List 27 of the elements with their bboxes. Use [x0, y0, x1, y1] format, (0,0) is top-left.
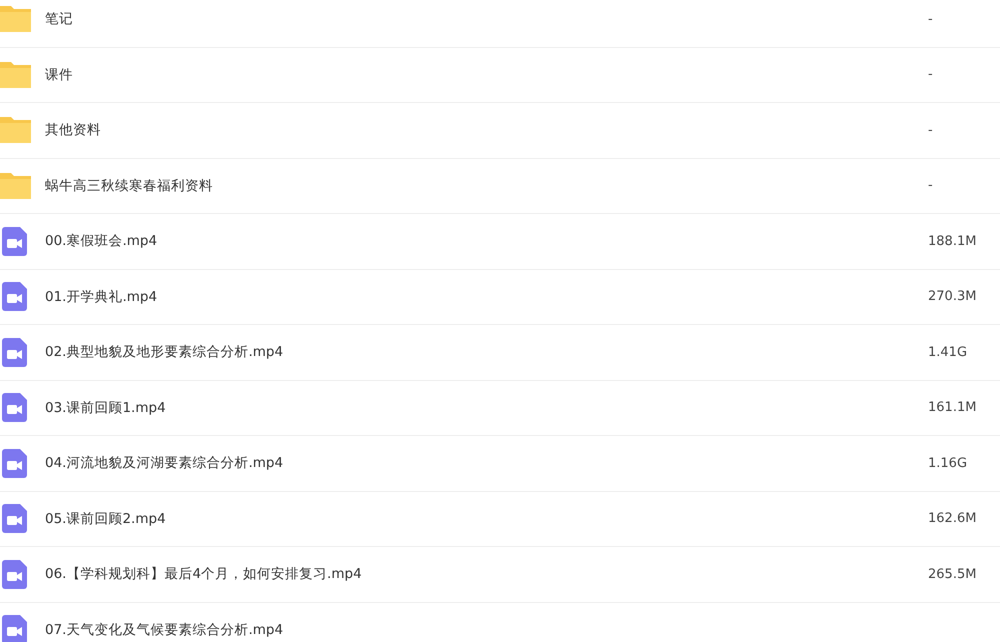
file-name[interactable]: 04.河流地貌及河湖要素综合分析.mp4	[45, 454, 928, 472]
folder-icon	[0, 6, 31, 32]
folder-icon	[0, 117, 31, 144]
file-name[interactable]: 笔记	[45, 10, 928, 28]
file-name[interactable]: 02.典型地貌及地形要素综合分析.mp4	[45, 343, 928, 362]
file-size: -	[928, 12, 934, 27]
file-name[interactable]: 05.课前回顾2.mp4	[45, 510, 928, 528]
file-name[interactable]: 00.寒假班会.mp4	[45, 232, 928, 250]
file-size: 270.3M	[928, 289, 978, 304]
file-name[interactable]: 蜗牛高三秋续寒春福利资料	[45, 176, 928, 195]
file-size: 1.16G	[928, 456, 968, 471]
file-size: 265.5M	[928, 566, 978, 582]
folder-icon	[0, 172, 31, 199]
folder-icon	[0, 62, 31, 88]
file-size: -	[928, 67, 934, 82]
file-size: 188.1M	[928, 234, 978, 249]
file-name[interactable]: 07.天气变化及气候要素综合分析.mp4	[45, 620, 928, 639]
file-name[interactable]: 06.【学科规划科】最后4个月，如何安排复习.mp4	[45, 565, 928, 584]
file-size: 1.41G	[928, 344, 968, 360]
file-name[interactable]: 03.课前回顾1.mp4	[45, 398, 928, 417]
file-name[interactable]: 01.开学典礼.mp4	[45, 288, 928, 306]
file-size: -	[928, 178, 934, 194]
file-size: 162.6M	[928, 511, 978, 526]
file-name[interactable]: 课件	[45, 66, 928, 84]
file-name[interactable]: 其他资料	[45, 121, 928, 140]
file-size: 161.1M	[928, 400, 978, 416]
file-size: -	[928, 122, 934, 138]
